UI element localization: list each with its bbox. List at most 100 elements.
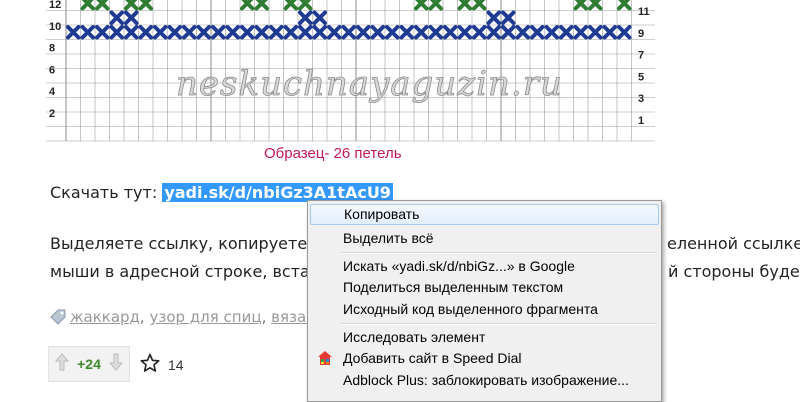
stitch-mark bbox=[486, 25, 501, 40]
vote-up-icon[interactable] bbox=[54, 353, 70, 375]
stitch-mark bbox=[472, 25, 487, 40]
stitch-mark bbox=[138, 25, 153, 40]
menu-item-label: Искать «yadi.sk/d/nbiGz...» в Google bbox=[343, 258, 575, 274]
stitch-mark bbox=[283, 0, 298, 11]
stitch-mark bbox=[414, 25, 429, 40]
tag-link-2[interactable]: узор для спиц bbox=[149, 308, 261, 326]
menu-item-label: Adblock Plus: заблокировать изображение.… bbox=[343, 372, 629, 388]
menu-item-select-all[interactable]: Выделить всё bbox=[310, 228, 659, 249]
stitch-mark bbox=[472, 0, 487, 11]
row-number-left: 2 bbox=[49, 108, 55, 120]
menu-item-label: Поделиться выделенным текстом bbox=[343, 279, 564, 295]
menu-item-view-source[interactable]: Исходный код выделенного фрагмента bbox=[310, 299, 659, 320]
stitch-mark bbox=[457, 0, 472, 11]
stitch-mark bbox=[124, 25, 139, 40]
stitch-mark bbox=[588, 25, 603, 40]
stitch-mark bbox=[298, 10, 313, 25]
paragraph-line-1: Выделяете ссылку, копируете ( bbox=[50, 230, 319, 258]
speed-dial-icon bbox=[317, 350, 333, 372]
paragraph-line-2-right: й стороны будет bbox=[668, 262, 800, 281]
stitch-mark bbox=[240, 25, 255, 40]
row-number-right: 7 bbox=[638, 50, 644, 62]
favorite-widget: 14 bbox=[140, 353, 184, 376]
stitch-mark bbox=[544, 25, 559, 40]
stitch-mark bbox=[167, 25, 182, 40]
row-number-left: 10 bbox=[49, 21, 61, 33]
stitch-mark bbox=[486, 10, 501, 25]
menu-item-label: Добавить сайт в Speed Dial bbox=[343, 350, 522, 366]
menu-item-search-google[interactable]: Искать «yadi.sk/d/nbiGz...» в Google bbox=[310, 256, 659, 277]
stitch-mark bbox=[559, 25, 574, 40]
menu-item-inspect[interactable]: Исследовать элемент bbox=[310, 327, 659, 348]
tag-icon bbox=[50, 309, 66, 329]
stitch-mark bbox=[283, 25, 298, 40]
stitch-mark bbox=[225, 25, 240, 40]
stitch-mark bbox=[327, 25, 342, 40]
stitch-mark bbox=[298, 25, 313, 40]
stitch-mark bbox=[254, 0, 269, 11]
stitch-mark bbox=[530, 25, 545, 40]
paragraph-line-2-tail: й стороны будет bbox=[668, 258, 800, 286]
row-number-right: 9 bbox=[638, 28, 644, 40]
stitch-mark bbox=[95, 0, 110, 11]
menu-item-share-text[interactable]: Поделиться выделенным текстом bbox=[310, 277, 659, 298]
stitch-mark bbox=[211, 25, 226, 40]
stitch-mark bbox=[501, 25, 516, 40]
download-label: Скачать тут: bbox=[50, 183, 163, 202]
stitch-mark bbox=[602, 25, 617, 40]
row-number-left: 12 bbox=[49, 0, 61, 11]
paragraph-line-1-tail: еленной ссылке) bbox=[667, 230, 800, 258]
row-number-right: 5 bbox=[638, 71, 644, 83]
stitch-mark bbox=[501, 10, 516, 25]
menu-item-label: Копировать bbox=[344, 206, 420, 222]
chart-caption: Образец- 26 петель bbox=[264, 145, 402, 162]
vote-down-icon[interactable] bbox=[108, 353, 124, 375]
paragraph-line-1-left: Выделяете ссылку, копируете ( bbox=[50, 234, 319, 253]
paragraph-line-2: мыши в адресной строке, вста bbox=[50, 258, 310, 286]
stitch-mark bbox=[573, 25, 588, 40]
stitch-mark bbox=[341, 25, 356, 40]
row-number-left: 4 bbox=[49, 86, 56, 98]
row-number-right: 3 bbox=[638, 93, 644, 105]
favorite-count: 14 bbox=[168, 356, 184, 373]
stitch-mark bbox=[515, 25, 530, 40]
watermark-text: neskuchnayaguzin.ru bbox=[176, 64, 563, 104]
menu-item-adblock[interactable]: Adblock Plus: заблокировать изображение.… bbox=[310, 370, 659, 391]
stitch-mark bbox=[356, 25, 371, 40]
stitch-mark bbox=[588, 0, 603, 11]
stitch-mark bbox=[80, 0, 95, 11]
stitch-mark bbox=[312, 10, 327, 25]
stitch-mark bbox=[196, 25, 211, 40]
vote-count: +24 bbox=[77, 356, 101, 372]
menu-item-label: Выделить всё bbox=[343, 230, 434, 246]
stitch-mark bbox=[153, 25, 168, 40]
star-icon[interactable] bbox=[140, 353, 160, 376]
knitting-chart-svg: 12 10 8 6 4 2 11 9 7 5 3 1 neskuchnayaguzin.ru Обра… bbox=[46, 0, 655, 162]
stitch-mark bbox=[124, 10, 139, 25]
menu-item-label: Исследовать элемент bbox=[343, 329, 486, 345]
stitch-mark bbox=[385, 25, 400, 40]
stitch-mark bbox=[443, 25, 458, 40]
context-menu: Копировать Выделить всё Искать «yadi.sk/… bbox=[307, 200, 662, 402]
stitch-mark bbox=[370, 25, 385, 40]
knitting-chart-image: 12 10 8 6 4 2 11 9 7 5 3 1 neskuchnayaguzin.ru Обра… bbox=[46, 0, 655, 162]
row-number-right: 1 bbox=[638, 115, 644, 127]
row-number-left: 6 bbox=[49, 64, 55, 76]
stitch-mark bbox=[428, 25, 443, 40]
menu-item-speed-dial[interactable]: Добавить сайт в Speed Dial bbox=[310, 348, 659, 369]
paragraph-line-1-right: еленной ссылке) bbox=[667, 234, 800, 253]
tag-link-1[interactable]: жаккард bbox=[70, 308, 140, 326]
stitch-mark bbox=[138, 0, 153, 11]
stitch-mark bbox=[109, 25, 124, 40]
menu-item-label: Исходный код выделенного фрагмента bbox=[343, 301, 598, 317]
stitch-mark bbox=[312, 25, 327, 40]
stitch-mark bbox=[573, 0, 588, 11]
stitch-mark bbox=[414, 0, 429, 11]
tag-list: жаккард, узор для спиц, вязани bbox=[50, 308, 326, 329]
menu-separator bbox=[340, 323, 657, 325]
stitch-mark bbox=[269, 25, 284, 40]
menu-separator bbox=[340, 252, 657, 254]
stitch-mark bbox=[240, 0, 255, 11]
stitch-mark bbox=[124, 0, 139, 11]
menu-item-copy[interactable]: Копировать bbox=[310, 204, 659, 225]
